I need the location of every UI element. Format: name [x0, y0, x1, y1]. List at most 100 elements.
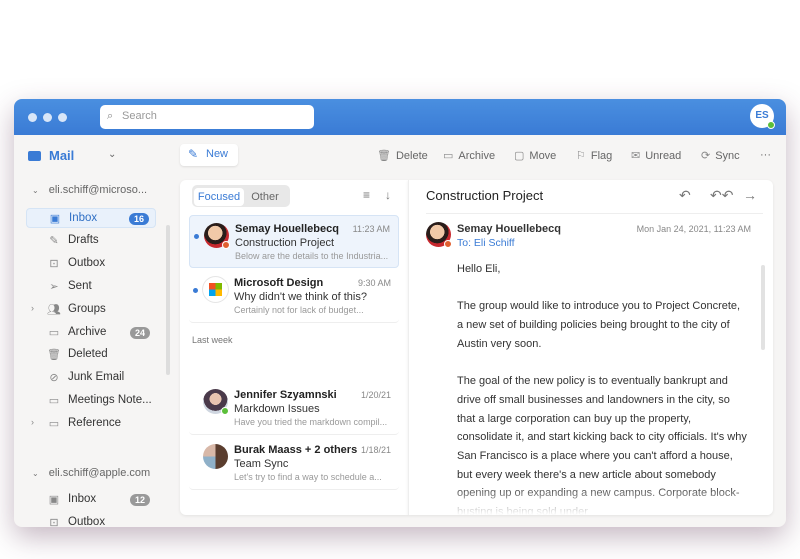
- sender-avatar: [203, 444, 228, 469]
- people-icon: 👥︎: [47, 303, 61, 316]
- sync-icon: ⟳: [701, 150, 711, 162]
- sidebar-item-drafts[interactable]: ✎ Drafts: [26, 231, 156, 251]
- message-subject: Markdown Issues: [234, 403, 320, 415]
- message-preview: Certainly not for lack of budget...: [234, 305, 364, 315]
- message-time: 9:30 AM: [357, 278, 391, 288]
- sender-avatar[interactable]: [426, 222, 452, 248]
- microsoft-logo-icon: [209, 283, 222, 296]
- sidebar-scrollbar[interactable]: [166, 225, 170, 375]
- more-button[interactable]: ···: [760, 149, 771, 161]
- sidebar-item-reference[interactable]: › ▭ Reference: [26, 414, 156, 434]
- message-list-item[interactable]: Microsoft Design 9:30 AM Why didn't we thi…: [189, 270, 399, 323]
- send-icon: ➢: [49, 280, 59, 293]
- filter-icon[interactable]: ≡: [363, 188, 370, 202]
- sidebar-item-deleted[interactable]: 🗑︎ Deleted: [26, 345, 156, 365]
- sender-name[interactable]: Semay Houellebecq: [457, 223, 561, 235]
- junk-folder-icon: ⊘: [49, 372, 59, 385]
- tab-focused[interactable]: Focused: [194, 188, 244, 206]
- sidebar-item-junk-email[interactable]: ⊘ Junk Email: [26, 368, 156, 388]
- sender-name: Semay Houellebecq: [235, 223, 339, 235]
- archive-button[interactable]: ▭ Archive: [443, 149, 495, 162]
- sender-name: Burak Maass + 2 others: [234, 444, 358, 456]
- folder-icon: ▭: [48, 395, 60, 408]
- group-header: Last week: [192, 335, 233, 345]
- message-preview: Let's try to find a way to schedule a...: [234, 472, 382, 482]
- sidebar-item-sent[interactable]: ➢ Sent: [26, 277, 156, 297]
- message-time: 1/20/21: [360, 390, 391, 400]
- message-time: 1/18/21: [360, 445, 391, 455]
- mail-window: ⌕ Search ES Mail ⌄ ⌄ eli.schiff@microso...…: [14, 99, 786, 527]
- tab-other[interactable]: Other: [244, 188, 286, 206]
- chevron-right-icon[interactable]: ›: [31, 417, 34, 427]
- sidebar-item-meetings-note[interactable]: ▭ Meetings Note...: [26, 391, 156, 411]
- sidebar: Mail ⌄ ⌄ eli.schiff@microso... ▣ Inbox 16 ✎ D…: [14, 135, 174, 527]
- fade-overlay: [409, 485, 773, 515]
- account-header[interactable]: ⌄ eli.schiff@microso...: [32, 184, 147, 196]
- chevron-down-icon[interactable]: ⌄: [108, 149, 116, 160]
- trash-icon: 🗑︎: [47, 349, 61, 362]
- recipient[interactable]: To: Eli Schiff: [457, 237, 515, 249]
- sidebar-item-inbox[interactable]: ▣ Inbox 12: [26, 490, 156, 510]
- message-list: Focused Other ≡ ↓ Semay Houellebecq 11:23 …: [180, 180, 408, 515]
- toolbar: ✎ New 🗑︎ Delete ▭ Archive ▢ Move ⚐ Flag ✉ Unre…: [180, 142, 786, 168]
- message-body: Hello Eli, The group would like to intro…: [457, 260, 747, 515]
- chevron-down-icon: ⌄: [32, 469, 39, 478]
- account-header[interactable]: ⌄ eli.schiff@apple.com: [32, 467, 150, 479]
- zoom-window-button[interactable]: [58, 113, 67, 122]
- sort-icon[interactable]: ↓: [385, 188, 391, 202]
- body-paragraph: The group would like to introduce you to…: [457, 300, 741, 350]
- sidebar-item-inbox[interactable]: ▣ Inbox 16: [26, 208, 156, 228]
- mail-app-header[interactable]: Mail: [28, 148, 74, 163]
- forward-icon[interactable]: →: [743, 187, 757, 203]
- body-paragraph: Hello Eli,: [457, 263, 501, 275]
- sync-button[interactable]: ⟳ Sync: [701, 149, 740, 162]
- archive-icon: ▭: [443, 150, 454, 162]
- inbox-icon: ▣: [49, 213, 61, 225]
- move-button[interactable]: ▢ Move: [514, 149, 556, 162]
- delete-button[interactable]: 🗑︎ Delete: [377, 149, 428, 162]
- flag-icon: ⚐: [576, 150, 586, 162]
- new-message-button[interactable]: ✎ New: [180, 144, 238, 166]
- reply-icon[interactable]: ↶: [679, 187, 691, 204]
- chevron-right-icon[interactable]: ›: [31, 303, 34, 313]
- chevron-down-icon: ⌄: [32, 186, 39, 195]
- unread-button[interactable]: ✉ Unread: [631, 149, 681, 162]
- sidebar-item-groups[interactable]: › 👥︎ Groups: [26, 300, 156, 320]
- message-subject: Construction Project: [426, 188, 544, 203]
- outbox-icon: ⊡: [49, 257, 59, 270]
- message-subject: Team Sync: [234, 458, 289, 470]
- minimize-window-button[interactable]: [43, 113, 52, 122]
- compose-icon: ✎: [188, 147, 199, 161]
- user-avatar[interactable]: ES: [750, 104, 775, 129]
- message-list-item[interactable]: Burak Maass + 2 others 1/18/21 Team Sync Le…: [189, 437, 399, 490]
- unread-count-badge: 16: [128, 213, 149, 225]
- message-time: 11:23 AM: [352, 224, 390, 234]
- folder-icon: ▭: [48, 418, 60, 431]
- close-window-button[interactable]: [28, 113, 37, 122]
- message-subject: Why didn't we think of this?: [234, 291, 367, 303]
- sender-name: Jennifer Szyamnski: [234, 389, 337, 401]
- unread-count-badge: 12: [129, 494, 150, 506]
- presence-icon: [444, 240, 452, 248]
- outbox-icon: ⊡: [49, 516, 59, 527]
- reading-scrollbar[interactable]: [761, 265, 765, 350]
- inbox-icon: ▣: [48, 494, 60, 506]
- sidebar-item-outbox[interactable]: ⊡ Outbox: [26, 513, 156, 527]
- message-list-item[interactable]: Jennifer Szyamnski 1/20/21 Markdown Issues…: [189, 382, 399, 435]
- search-input[interactable]: ⌕ Search: [100, 105, 314, 129]
- sender-avatar: [204, 223, 230, 249]
- sidebar-item-outbox[interactable]: ⊡ Outbox: [26, 254, 156, 274]
- message-list-item[interactable]: Semay Houellebecq 11:23 AM Construction Pr…: [189, 215, 399, 268]
- archive-icon: ▭: [48, 326, 60, 339]
- reply-all-icon[interactable]: ↶↶: [710, 187, 733, 204]
- sidebar-item-archive[interactable]: ▭ Archive 24: [26, 323, 156, 343]
- presence-icon: [221, 407, 229, 415]
- flag-button[interactable]: ⚐ Flag: [576, 149, 612, 162]
- envelope-icon: ✉: [631, 150, 641, 162]
- message-subject: Construction Project: [235, 237, 335, 249]
- sender-avatar: [203, 277, 228, 302]
- message-date: Mon Jan 24, 2021, 11:23 AM: [636, 224, 751, 234]
- search-icon: ⌕: [107, 110, 114, 122]
- message-preview: Below are the details to the Industria..…: [235, 251, 389, 261]
- divider: [426, 213, 763, 214]
